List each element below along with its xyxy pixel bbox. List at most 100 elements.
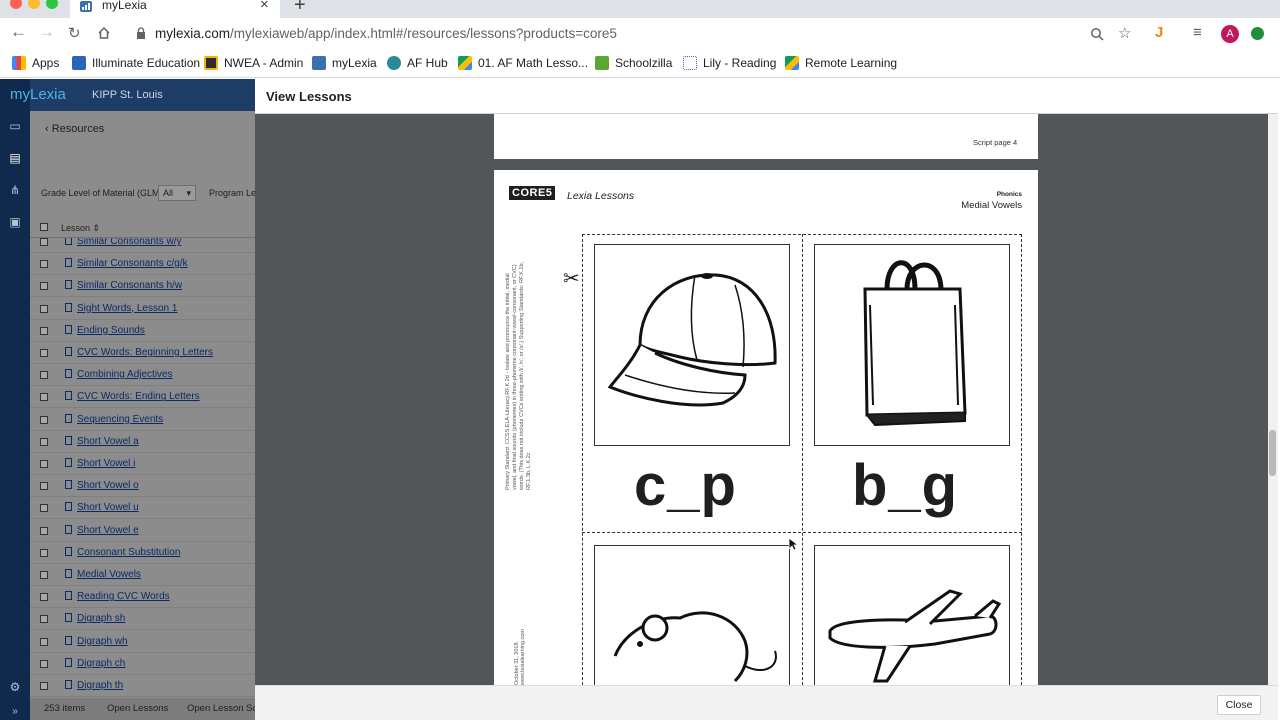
- lesson-checkbox[interactable]: [40, 659, 48, 668]
- back-arrow-icon[interactable]: ←: [10, 22, 27, 42]
- archive-icon[interactable]: ▣: [8, 215, 22, 229]
- standards-text: Primary Standard: CCSS.ELA-Literacy.RF.K…: [505, 261, 532, 490]
- lesson-link[interactable]: Consonant Substitution: [77, 547, 180, 558]
- lesson-checkbox[interactable]: [40, 326, 48, 335]
- lesson-checkbox[interactable]: [40, 504, 48, 513]
- glm-filter-value: All: [163, 188, 174, 198]
- lesson-checkbox[interactable]: [40, 304, 48, 313]
- home-icon[interactable]: [97, 26, 111, 40]
- bookmark-nwea[interactable]: NWEA - Admin: [204, 55, 303, 71]
- bookmark-mylexia[interactable]: myLexia: [312, 55, 377, 71]
- document-icon: [65, 657, 72, 667]
- expand-chevron-icon[interactable]: »: [8, 706, 22, 718]
- zoom-icon[interactable]: [1090, 27, 1104, 41]
- lesson-category: Phonics: [996, 191, 1022, 198]
- new-tab-button[interactable]: +: [294, 0, 306, 17]
- open-lesson-scripts-button[interactable]: Open Lesson Sc: [187, 703, 257, 714]
- media-control-icon[interactable]: ≡: [1193, 24, 1202, 41]
- browser-tab[interactable]: myLexia ×: [70, 0, 280, 18]
- url-text[interactable]: mylexia.com/mylexiaweb/app/index.html#/r…: [155, 26, 617, 41]
- mouse-cursor-icon: [788, 537, 798, 551]
- extension-icon[interactable]: J: [1155, 24, 1163, 41]
- lesson-link[interactable]: Digraph sh: [77, 613, 125, 624]
- lesson-link[interactable]: Sequencing Events: [77, 414, 163, 425]
- bookmarks-bar: Apps Illuminate Education NWEA - Admin m…: [0, 50, 1280, 78]
- lesson-link[interactable]: Short Vowel i: [77, 458, 135, 469]
- lesson-link[interactable]: Short Vowel o: [77, 480, 139, 491]
- lesson-checkbox[interactable]: [40, 393, 48, 402]
- minimize-window-button[interactable]: [28, 0, 40, 9]
- lesson-row: Similar Consonants w/y: [30, 238, 255, 253]
- picture-card-rat: [594, 545, 790, 700]
- open-lessons-button[interactable]: Open Lessons: [107, 703, 168, 714]
- lesson-row: Combining Adjectives: [30, 364, 255, 387]
- lesson-checkbox[interactable]: [40, 571, 48, 579]
- forward-arrow-icon[interactable]: →: [38, 22, 55, 42]
- lesson-link[interactable]: Medial Vowels: [77, 569, 141, 580]
- lesson-checkbox[interactable]: [40, 260, 48, 269]
- lesson-checkbox[interactable]: [40, 371, 48, 380]
- hierarchy-icon[interactable]: ⋔: [8, 183, 22, 197]
- app-nav-rail: ▭ ▤ ⋔ ▣ ⚙ »: [0, 79, 30, 720]
- lesson-checkbox[interactable]: [40, 415, 48, 424]
- lesson-checkbox[interactable]: [40, 593, 48, 602]
- close-window-button[interactable]: [10, 0, 22, 9]
- lesson-link[interactable]: Combining Adjectives: [77, 369, 173, 380]
- lesson-link[interactable]: Short Vowel a: [77, 436, 139, 447]
- document-icon: [65, 524, 72, 534]
- document-icon: [65, 391, 72, 401]
- lexia-lessons-heading: Lexia Lessons: [567, 190, 635, 202]
- select-all-checkbox[interactable]: [40, 223, 48, 231]
- lesson-link[interactable]: CVC Words: Ending Letters: [77, 391, 200, 402]
- profile-avatar[interactable]: A: [1221, 25, 1239, 43]
- lesson-link[interactable]: Short Vowel u: [77, 502, 139, 513]
- lesson-link[interactable]: Digraph th: [77, 680, 123, 691]
- zoom-window-button[interactable]: [46, 0, 58, 9]
- lesson-checkbox[interactable]: [40, 615, 48, 624]
- settings-gear-icon[interactable]: ⚙: [8, 680, 22, 694]
- bookmark-afhub[interactable]: AF Hub: [387, 55, 448, 71]
- bookmark-lily[interactable]: Lily - Reading: [683, 55, 776, 71]
- lesson-link[interactable]: Similar Consonants h/w: [77, 280, 182, 291]
- glm-filter-select[interactable]: All ▾: [158, 185, 196, 201]
- viewer-scrollbar[interactable]: [1268, 114, 1278, 685]
- close-tab-icon[interactable]: ×: [260, 0, 269, 13]
- af-hub-icon: [387, 56, 401, 70]
- lesson-checkbox[interactable]: [40, 548, 48, 557]
- resources-back-link[interactable]: ‹ Resources: [45, 123, 104, 135]
- lesson-link[interactable]: Sight Words, Lesson 1: [77, 303, 177, 314]
- lesson-checkbox[interactable]: [40, 437, 48, 446]
- lesson-link[interactable]: Ending Sounds: [77, 325, 145, 336]
- lesson-checkbox[interactable]: [40, 482, 48, 491]
- lesson-link[interactable]: Similar Consonants c/g/k: [77, 258, 188, 269]
- lesson-checkbox[interactable]: [40, 349, 48, 357]
- book-icon[interactable]: ▭: [8, 119, 22, 133]
- lesson-link[interactable]: CVC Words: Beginning Letters: [77, 347, 213, 358]
- lesson-checkbox[interactable]: [40, 238, 48, 246]
- lesson-link[interactable]: Digraph wh: [77, 636, 128, 647]
- lesson-checkbox[interactable]: [40, 682, 48, 690]
- close-button[interactable]: Close: [1217, 695, 1261, 715]
- bookmark-apps[interactable]: Apps: [12, 55, 59, 71]
- bookmark-illuminate[interactable]: Illuminate Education: [72, 55, 200, 71]
- lesson-link[interactable]: Reading CVC Words: [77, 591, 170, 602]
- bookmark-star-icon[interactable]: ☆: [1118, 24, 1131, 42]
- lesson-link[interactable]: Digraph ch: [77, 658, 125, 669]
- scrollbar-thumb[interactable]: [1269, 430, 1276, 476]
- bookmark-schoolzilla[interactable]: Schoolzilla: [595, 55, 672, 71]
- lesson-checkbox[interactable]: [40, 637, 48, 646]
- reload-icon[interactable]: ↻: [68, 24, 81, 42]
- lesson-column-header[interactable]: Lesson ⇕: [61, 223, 100, 234]
- lesson-checkbox[interactable]: [40, 282, 48, 291]
- lock-icon: [137, 27, 145, 39]
- document-icon[interactable]: ▤: [8, 151, 22, 165]
- lesson-checkbox[interactable]: [40, 460, 48, 468]
- update-icon[interactable]: [1251, 27, 1264, 40]
- bookmark-remote-learning[interactable]: Remote Learning: [785, 55, 897, 71]
- lesson-link[interactable]: Similar Consonants w/y: [77, 238, 181, 247]
- lesson-link[interactable]: Short Vowel e: [77, 525, 139, 536]
- bookmark-af-math[interactable]: 01. AF Math Lesso...: [458, 55, 588, 71]
- lesson-checkbox[interactable]: [40, 526, 48, 535]
- lily-icon: [683, 56, 697, 70]
- document-icon: [65, 324, 72, 334]
